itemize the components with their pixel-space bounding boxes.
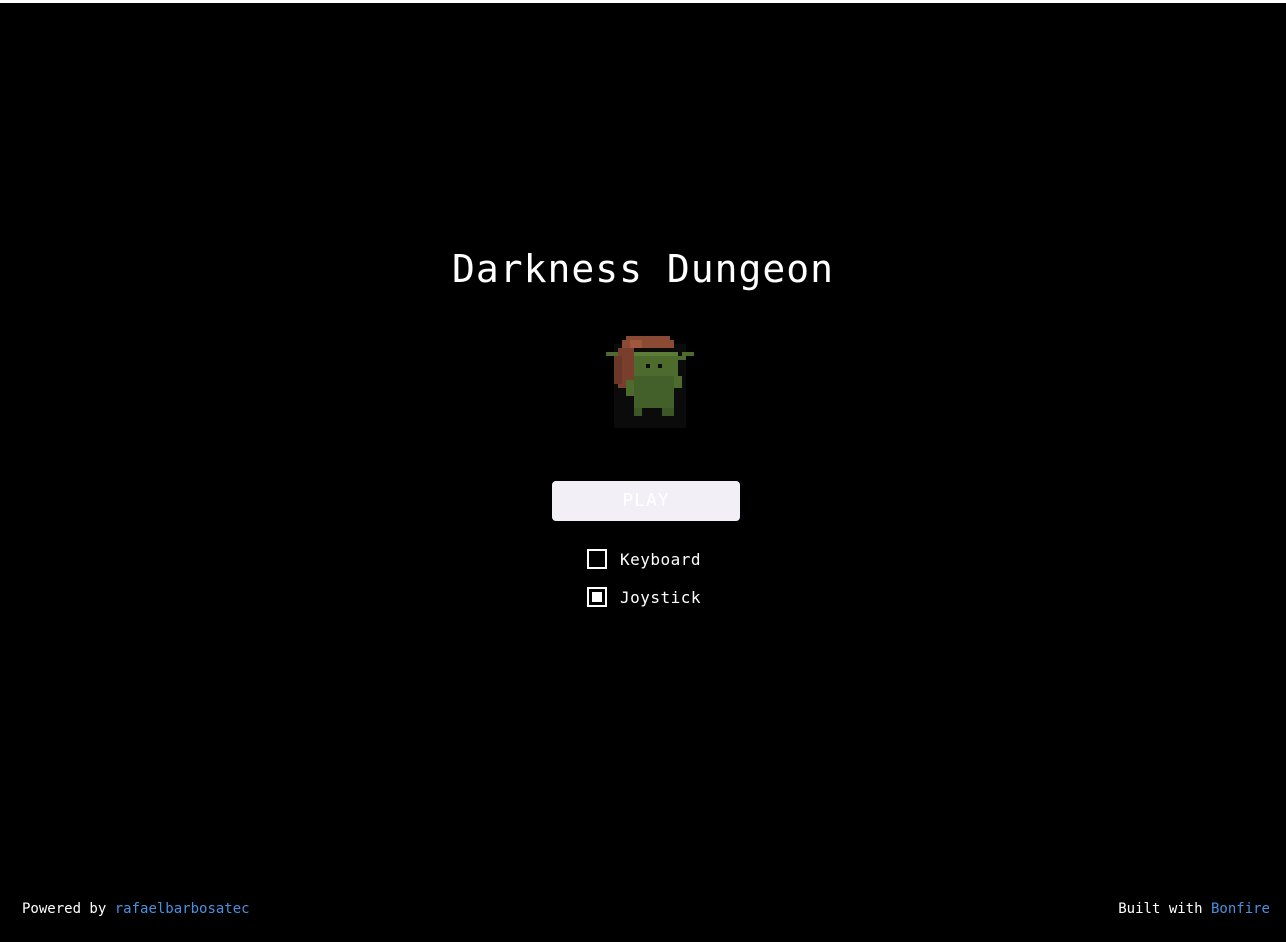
- keyboard-checkbox[interactable]: [587, 549, 607, 569]
- game-title: Darkness Dungeon: [451, 247, 835, 291]
- built-with-credit: Built with Bonfire: [1118, 899, 1270, 919]
- powered-by-prefix: Powered by: [22, 901, 107, 917]
- goblin-sprite: [606, 336, 694, 428]
- play-button[interactable]: PLAY: [552, 481, 740, 521]
- powered-by-link[interactable]: rafaelbarbosatec: [115, 901, 250, 917]
- keyboard-option-label: Keyboard: [620, 549, 702, 569]
- built-with-prefix: Built with: [1118, 901, 1203, 917]
- built-with-link[interactable]: Bonfire: [1211, 901, 1270, 917]
- keyboard-option[interactable]: Keyboard: [587, 548, 701, 570]
- joystick-option[interactable]: Joystick: [587, 586, 701, 608]
- powered-by-credit: Powered by rafaelbarbosatec: [22, 899, 250, 919]
- checkbox-check-mark: [592, 592, 602, 602]
- top-border: [0, 0, 1286, 3]
- joystick-option-label: Joystick: [620, 587, 702, 607]
- joystick-checkbox[interactable]: [587, 587, 607, 607]
